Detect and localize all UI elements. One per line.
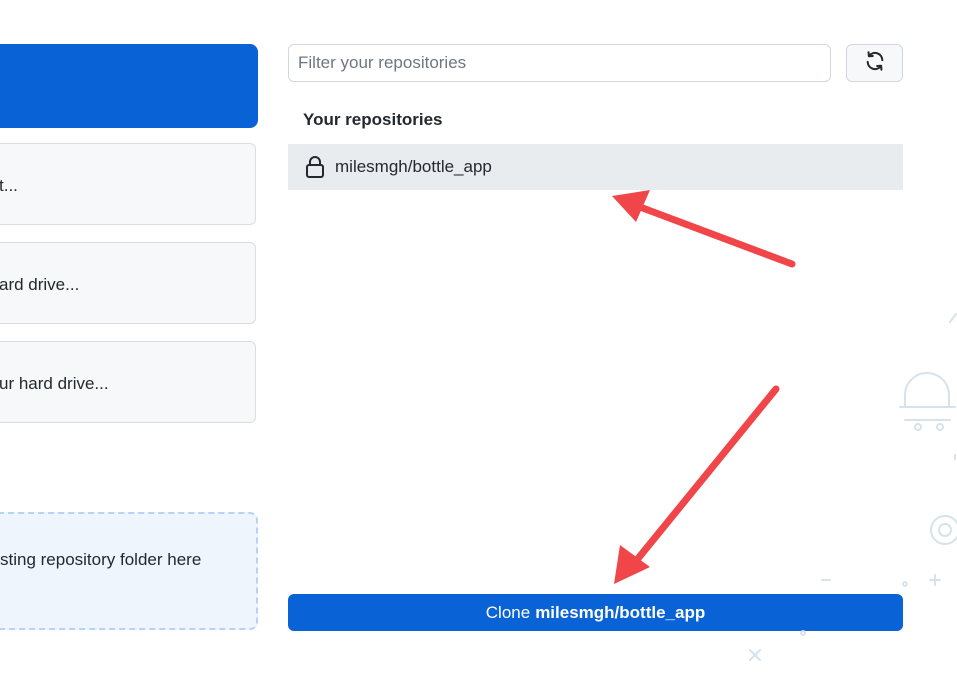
lock-icon <box>305 155 325 179</box>
repository-list-item[interactable]: milesmgh/bottle_app <box>288 144 903 190</box>
drop-zone-text: sting repository folder here <box>0 550 202 569</box>
arrow-to-clone-line <box>632 385 780 565</box>
option-card-3[interactable]: ur hard drive... <box>0 341 256 423</box>
left-options-panel: t... ard drive... ur hard drive... sting… <box>0 0 258 684</box>
arrow-to-clone-head <box>614 545 650 584</box>
option-card-1[interactable]: t... <box>0 143 256 225</box>
drop-zone[interactable]: sting repository folder here <box>0 512 258 630</box>
option-card-2[interactable]: ard drive... <box>0 242 256 324</box>
option-card-3-label: ur hard drive... <box>0 374 109 393</box>
option-card-1-label: t... <box>0 176 18 195</box>
arrow-to-repository-head <box>612 190 650 222</box>
clone-button-prefix: Clone <box>485 602 531 622</box>
clone-button[interactable]: Clone milesmgh/bottle_app <box>288 594 903 631</box>
option-card-2-label: ard drive... <box>0 275 80 294</box>
repository-name: milesmgh/bottle_app <box>335 157 492 176</box>
primary-action-card[interactable] <box>0 44 258 128</box>
your-repositories-heading: Your repositories <box>303 110 443 129</box>
arrow-to-repository-line <box>636 203 796 268</box>
filter-repositories-input[interactable] <box>288 44 831 82</box>
clone-button-repo: milesmgh/bottle_app <box>535 602 706 622</box>
refresh-button[interactable] <box>846 44 903 82</box>
sync-icon <box>864 50 886 77</box>
clone-repository-view: t... ard drive... ur hard drive... sting… <box>0 0 957 684</box>
